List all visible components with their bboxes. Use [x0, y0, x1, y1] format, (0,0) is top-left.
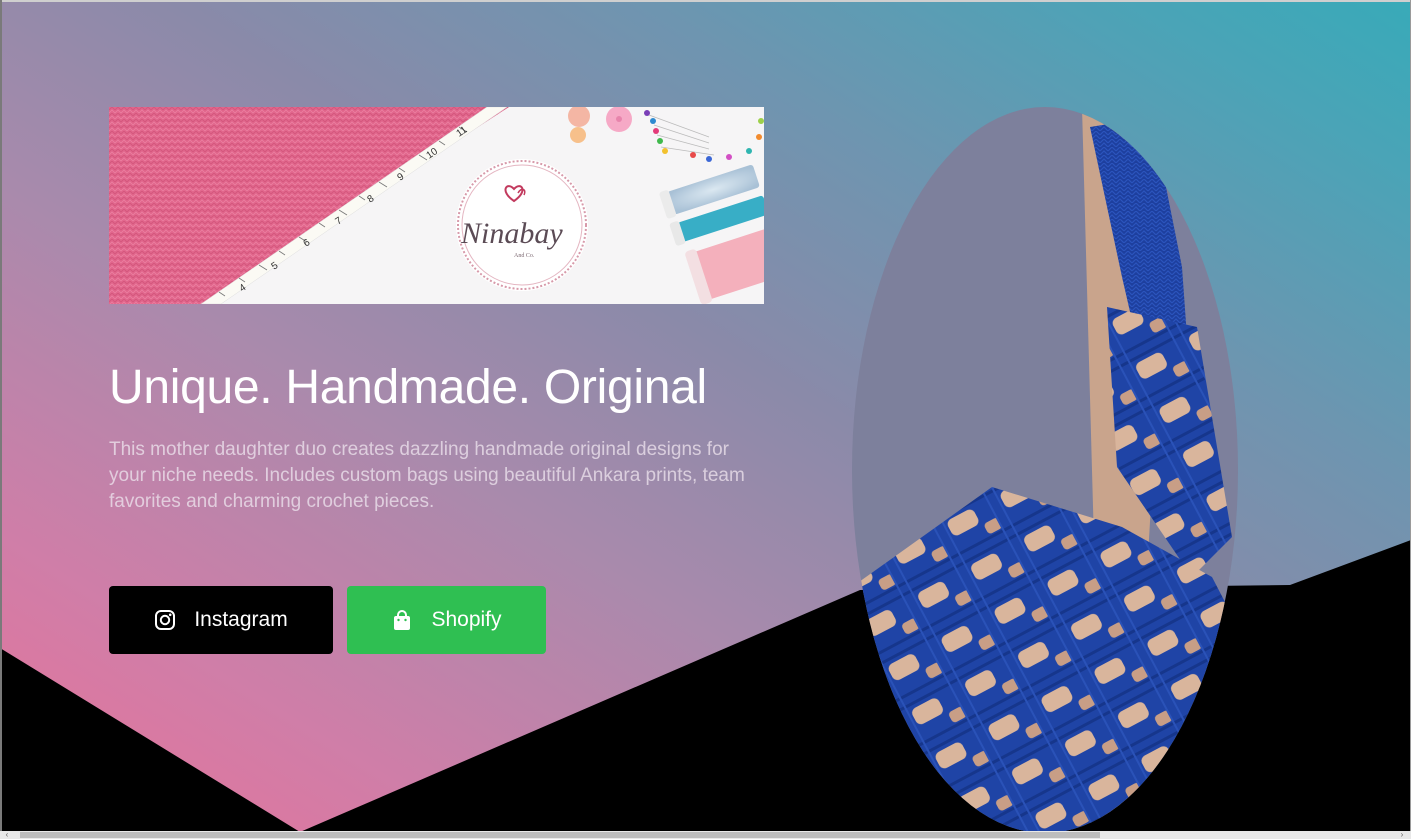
shopify-button-label: Shopify: [431, 608, 502, 631]
hero-description: This mother daughter duo creates dazzlin…: [109, 439, 745, 512]
shopify-button[interactable]: Shopify: [347, 586, 546, 654]
shopping-bag-icon: [391, 609, 413, 631]
window-left-border: [0, 0, 2, 839]
instagram-icon: [154, 609, 176, 631]
hero-title: Unique. Handmade. Original: [109, 361, 707, 414]
logo-subtext: And Co.: [514, 253, 535, 259]
crochet-product-photo: [852, 107, 1238, 833]
scroll-left-arrow-icon[interactable]: ‹: [2, 831, 12, 839]
browser-viewport: 4 5 6 7 8 9 10 11 Ninabay And Co. Unique…: [0, 0, 1411, 839]
brand-banner-image: 4 5 6 7 8 9 10 11 Ninabay And Co.: [109, 107, 764, 304]
scroll-right-arrow-icon[interactable]: ›: [1397, 831, 1407, 839]
horizontal-scrollbar[interactable]: ‹ ›: [0, 831, 1411, 839]
instagram-button[interactable]: Instagram: [109, 586, 333, 654]
ninabay-logo: Ninabay And Co.: [456, 159, 588, 291]
instagram-button-label: Instagram: [194, 608, 288, 631]
logo-text: Ninabay: [460, 217, 563, 250]
scrollbar-thumb[interactable]: [20, 832, 1100, 838]
window-top-border: [0, 0, 1411, 2]
